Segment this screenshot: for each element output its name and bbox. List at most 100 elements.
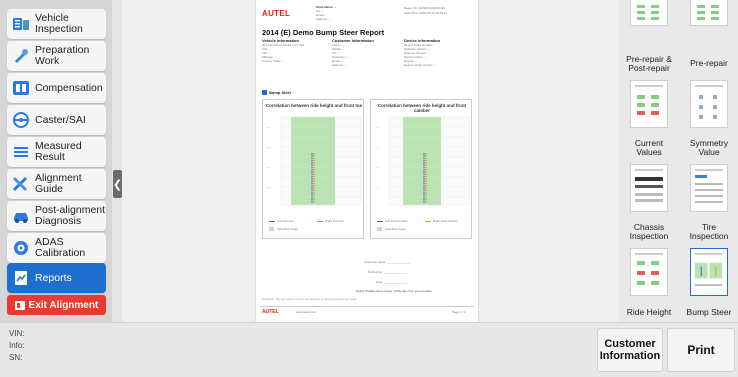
sidebar: Vehicle Inspection Preparation Work Compen… (0, 0, 112, 322)
legend-spec-swatch (269, 227, 274, 231)
thumbnail-label: Current Values (620, 139, 678, 157)
sidebar-item-label: Calibration (35, 247, 86, 259)
legend-right-toe: Right front toe (325, 219, 344, 223)
report-title: 2014 (E) Demo Bump Steer Report (262, 28, 385, 37)
footer-logo: AUTEL (262, 309, 279, 315)
exit-alignment-button[interactable]: Exit Alignment (7, 295, 106, 315)
sidebar-item-label: Caster/SAI (35, 113, 86, 126)
sidebar-item-label: Guide (35, 183, 64, 195)
legend-spec-range: Specified range (277, 227, 298, 231)
thumbnail-tire-inspection[interactable] (690, 164, 728, 212)
vehicle-inspection-icon (7, 9, 35, 39)
sidebar-item-label: Result (35, 151, 65, 163)
collapse-sidebar-handle[interactable]: ❮ (113, 170, 122, 198)
thumbnail-ride-height[interactable] (630, 248, 668, 296)
thumbnail-label: Chassis Inspection (620, 223, 678, 241)
section-heading: Bump Steer (269, 90, 292, 95)
footer-page: Page 1 / 1 (452, 310, 466, 314)
report-disclaimer: Disclaimer: The test report is only for … (262, 298, 358, 301)
exit-alignment-label: Exit Alignment (28, 299, 99, 311)
svg-text:-----: ----- (267, 166, 271, 169)
legend-left-camber-swatch (377, 221, 383, 222)
chart-toe-title: Correlation between ride height and fron… (265, 103, 363, 108)
sidebar-item-label: Work (35, 55, 60, 67)
thumbnail[interactable] (630, 0, 668, 26)
chart-toe-panel: Correlation between ride height and fron… (262, 99, 364, 239)
autel-logo: AUTEL (262, 9, 291, 18)
legend-spec-swatch (377, 227, 382, 231)
svg-text:-----: ----- (267, 146, 271, 149)
sidebar-item-label: Compensation (35, 81, 103, 94)
svg-text:-----: ----- (375, 146, 379, 149)
chart-camber-panel: Correlation between ride height and fron… (370, 99, 472, 239)
wrench-icon (7, 41, 35, 71)
thumbnail-symmetry-value[interactable] (690, 80, 728, 128)
svg-text:-----: ----- (267, 126, 271, 129)
sidebar-item-preparation-work[interactable]: Preparation Work (7, 41, 106, 71)
section-marker-icon (262, 90, 267, 95)
legend-left-toe-swatch (269, 221, 275, 222)
thumbnail-label-line: Inspection (689, 231, 729, 241)
customer-information-label: Information (599, 350, 661, 362)
svg-text:-----: ----- (267, 186, 271, 189)
thumbnail-label: Pre-repair & Post-repair (620, 55, 678, 73)
thumbnail-current-values[interactable] (630, 80, 668, 128)
customer-information-button[interactable]: Customer Information (597, 328, 663, 372)
customer-information-label: Customer (604, 338, 656, 350)
sn-label: SN: (9, 353, 23, 362)
footer-url: www.autel.com (296, 310, 317, 314)
sidebar-item-compensation[interactable]: Compensation (7, 73, 106, 103)
report-datetime: Date/Time: 2023-06-13 09:10:11 (404, 11, 448, 15)
vin-label: VIN: (9, 329, 25, 338)
report-icon (7, 263, 35, 293)
adas-icon (7, 233, 35, 263)
chevron-left-icon: ❮ (112, 178, 123, 191)
chart-camber-plot: ----- ----- ----- ----- (375, 116, 470, 206)
thumbnail[interactable] (690, 0, 728, 26)
thumbnail-chassis-inspection[interactable] (630, 164, 668, 212)
compensation-icon (7, 73, 35, 103)
thumbnail-label: Bump Steer (686, 307, 732, 317)
thumbnail-label: Tire Inspection (680, 223, 738, 241)
report-thumbnail-list[interactable]: Pre-repair & Post-repair Pre-repair Curre… (619, 0, 738, 322)
tools-icon (7, 169, 35, 199)
legend-right-camber: Right front camber (433, 219, 458, 223)
shop-address: Address: -- (316, 17, 331, 21)
sidebar-item-caster-sai[interactable]: Caster/SAI (7, 105, 106, 135)
vehicle-info-line: License Plate: -- (262, 59, 284, 63)
info-label: Info: (9, 341, 25, 350)
list-icon (7, 137, 35, 167)
report-page: AUTEL Shop Name: -- Tel: -- Email: -- Ad… (256, 0, 478, 322)
sidebar-item-label: Diagnosis (35, 215, 82, 227)
thumbnail-bump-steer[interactable] (690, 248, 728, 296)
thumbnail-label-line: Values (636, 147, 662, 157)
svg-text:-----: ----- (375, 186, 379, 189)
thumbnail-label: Ride Height (626, 307, 672, 317)
sidebar-item-label: Reports (35, 271, 72, 284)
thumbnail-label: Pre-repair (690, 58, 728, 68)
chart-toe-plot: ----- ----- ----- ----- (267, 116, 362, 206)
sidebar-item-adas-calibration[interactable]: ADAS Calibration (7, 233, 106, 263)
legend-right-toe-swatch (317, 221, 323, 222)
svg-text:-----: ----- (375, 166, 379, 169)
sidebar-item-vehicle-inspection[interactable]: Vehicle Inspection (7, 9, 106, 39)
legend-left-camber: Left front camber (385, 219, 408, 223)
steering-wheel-icon (7, 105, 35, 135)
device-info-line: Engine serial number: -- (404, 63, 437, 67)
print-button[interactable]: Print (667, 328, 735, 372)
thumbnail-label: Symmetry Value (680, 139, 738, 157)
sidebar-item-measured-result[interactable]: Measured Result (7, 137, 106, 167)
svg-text:-----: ----- (375, 126, 379, 129)
car-icon (7, 201, 35, 231)
report-id: Report ID: 2023061301010111 (404, 6, 445, 10)
exit-icon (14, 300, 25, 310)
thumbnail-label-line: Inspection (629, 231, 669, 241)
legend-left-toe: Left front toe (277, 219, 294, 223)
sidebar-item-alignment-guide[interactable]: Alignment Guide (7, 169, 106, 199)
sidebar-item-reports[interactable]: Reports (7, 263, 106, 293)
footer-divider (260, 306, 474, 307)
chart-camber-title: Correlation between ride height and fron… (377, 103, 467, 113)
sidebar-item-post-alignment-diagnosis[interactable]: Post-alignment Diagnosis (7, 201, 106, 231)
report-viewer[interactable]: AUTEL Shop Name: -- Tel: -- Email: -- Ad… (122, 0, 619, 322)
signature-customer: Customer name: ______________ (364, 260, 411, 264)
